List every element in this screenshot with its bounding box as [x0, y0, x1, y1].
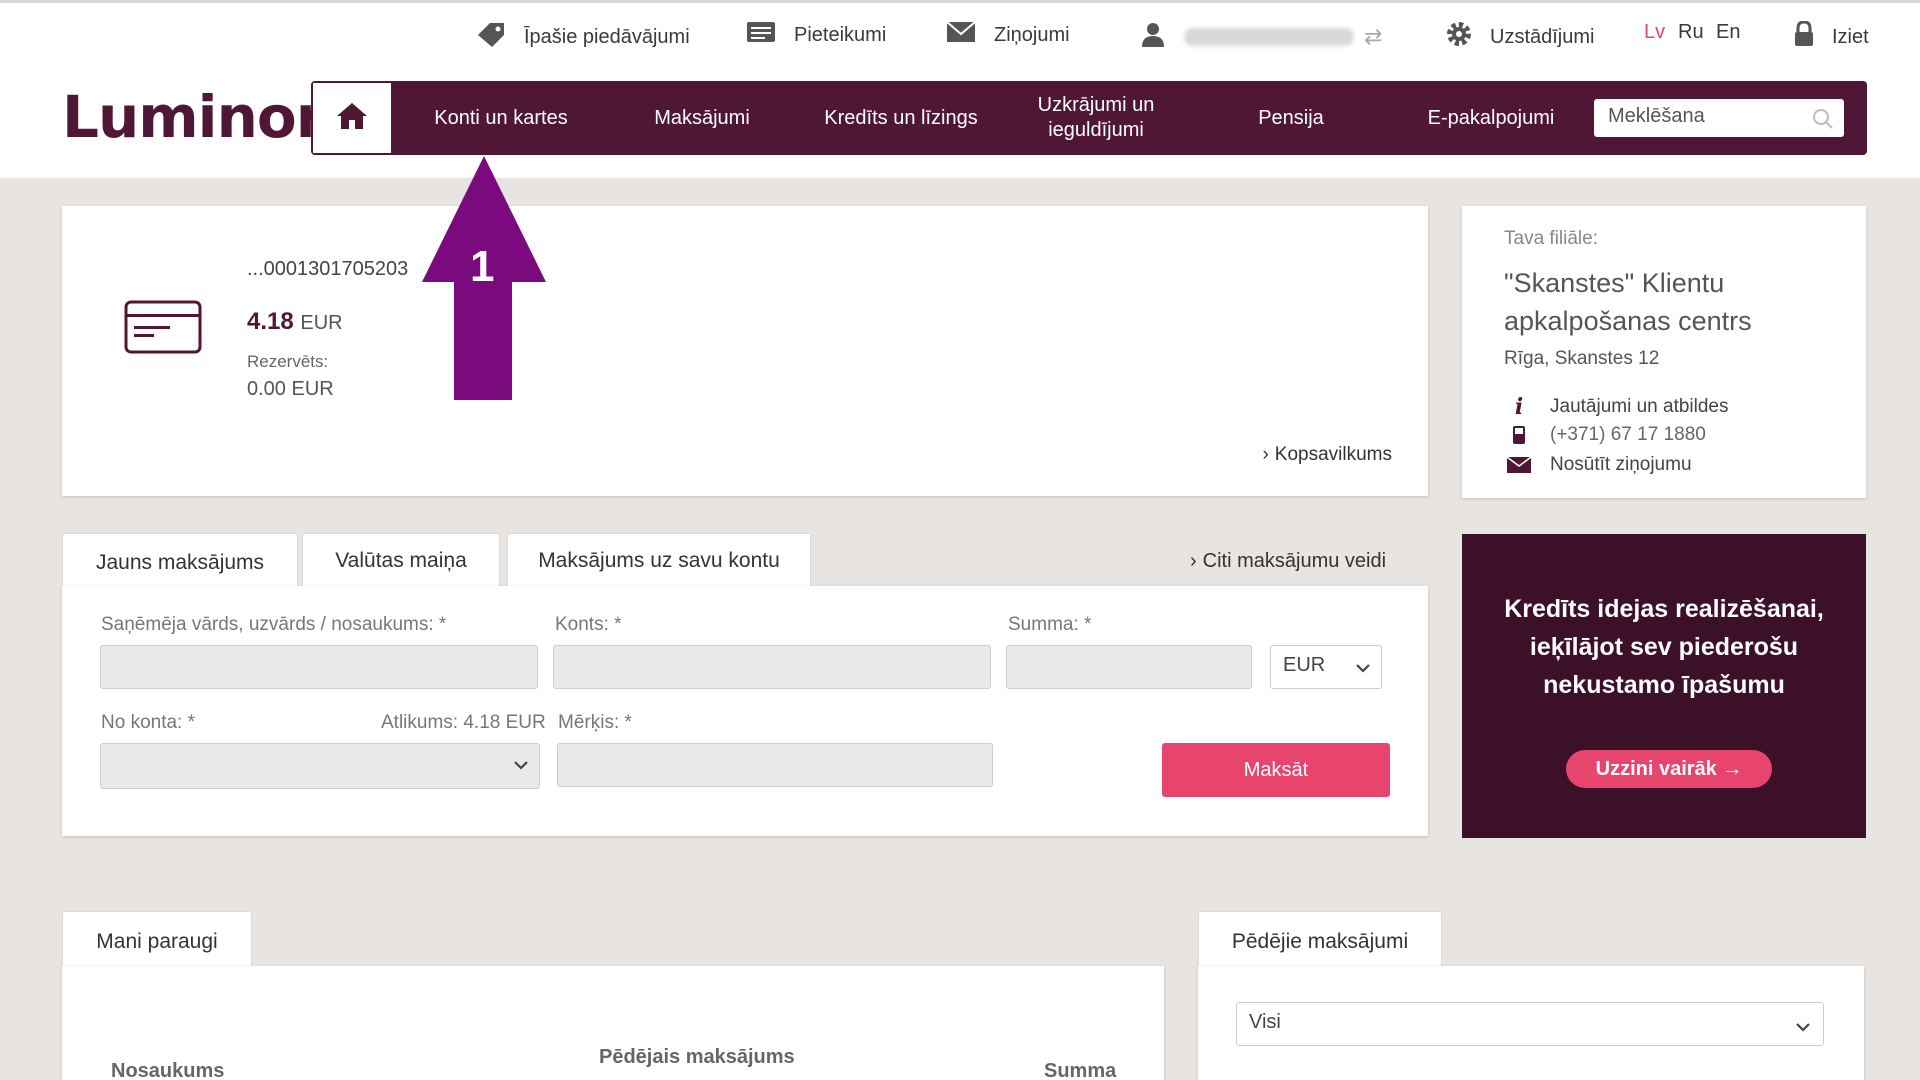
amount-input[interactable] — [1006, 645, 1252, 689]
annotation-number: 1 — [470, 242, 495, 291]
search-icon[interactable] — [1812, 108, 1834, 136]
branch-card: Tava filiāle: "Skanstes" Klientu apkalpo… — [1462, 206, 1866, 498]
applications-label: Pieteikumi — [794, 23, 887, 46]
phone-icon — [1504, 425, 1534, 445]
nav-savings-and-investments[interactable]: Uzkrājumi un ieguldījumi — [1011, 81, 1181, 155]
lang-lv[interactable]: Lv — [1644, 21, 1665, 44]
special-offers-link[interactable]: Īpašie piedāvājumi — [476, 21, 690, 53]
recipient-label: Saņēmēja vārds, uzvārds / nosaukums: * — [101, 614, 447, 635]
search-placeholder: Meklēšana — [1608, 105, 1705, 127]
switch-user-icon[interactable]: ⇄ — [1364, 24, 1382, 50]
balance-amount: 4.18 — [247, 308, 294, 335]
nav-e-services[interactable]: E-pakalpojumi — [1391, 81, 1591, 155]
account-label: Konts: * — [555, 614, 622, 635]
summary-link[interactable]: › Kopsavilkums — [1262, 444, 1392, 466]
tab-last-payments[interactable]: Pēdējie maksājumi — [1198, 911, 1442, 971]
last-payments-card: Visi — [1198, 966, 1864, 1080]
col-last-payment: Pēdējais maksājums — [599, 1046, 795, 1068]
lock-icon — [1794, 20, 1814, 53]
currency-select[interactable]: EUR — [1270, 645, 1382, 689]
messages-label: Ziņojumi — [994, 23, 1070, 46]
promo-banner[interactable]: Kredīts idejas realizēšanai, ieķīlājot s… — [1462, 534, 1866, 838]
tab-my-templates[interactable]: Mani paraugi — [62, 911, 252, 971]
main-nav: Konti un kartes Maksājumi Kredīts un līz… — [311, 81, 1867, 155]
home-icon — [335, 101, 369, 136]
account-card[interactable]: ...0001301705203 4.18 EUR Rezervēts: 0.0… — [62, 206, 1428, 496]
branch-name: "Skanstes" Klientu apkalpošanas centrs — [1504, 268, 1752, 336]
faq-link[interactable]: i Jautājumi un atbildes — [1504, 394, 1729, 420]
col-sum: Summa — [1044, 1060, 1117, 1080]
info-icon: i — [1514, 394, 1524, 420]
applications-link[interactable]: Pieteikumi — [746, 21, 886, 49]
annotation-arrow: 1 — [420, 156, 548, 407]
account-balance: 4.18 EUR — [247, 308, 343, 336]
user-icon — [1140, 21, 1166, 53]
chevron-down-icon — [1795, 1016, 1811, 1039]
settings-link[interactable]: Uzstādījumi — [1446, 21, 1594, 53]
learn-more-button[interactable]: Uzzini vairāk → — [1566, 750, 1772, 788]
gear-icon — [1446, 21, 1472, 53]
available-balance: Atlikums: 4.18 EUR — [381, 712, 546, 733]
recipient-input[interactable] — [100, 645, 538, 689]
other-payment-types-label: Citi maksājumu veidi — [1202, 550, 1387, 572]
tab-currency-exchange[interactable]: Valūtas maiņa — [302, 533, 500, 587]
from-account-label: No konta: * — [101, 712, 195, 733]
special-offers-label: Īpašie piedāvājumi — [524, 25, 690, 48]
user-menu[interactable]: ⇄ — [1140, 21, 1382, 53]
branch-address: Rīga, Skanstes 12 — [1504, 348, 1660, 369]
phone-number: (+371) 67 17 1880 — [1550, 424, 1706, 445]
reserved-label: Rezervēts: — [247, 352, 329, 371]
faq-label: Jautājumi un atbildes — [1550, 396, 1729, 417]
luminor-logo[interactable]: Luminor — [62, 83, 324, 151]
tag-icon — [476, 21, 506, 53]
account-number: ...0001301705203 — [247, 258, 409, 280]
lang-en[interactable]: En — [1716, 21, 1740, 44]
envelope-icon — [946, 21, 976, 49]
envelope-icon — [1504, 457, 1534, 473]
summary-label: Kopsavilkums — [1274, 444, 1392, 465]
amount-label: Summa: * — [1008, 614, 1092, 635]
chevron-down-icon — [513, 758, 529, 776]
messages-link[interactable]: Ziņojumi — [946, 21, 1070, 49]
account-input[interactable] — [553, 645, 991, 689]
send-message-link[interactable]: Nosūtīt ziņojumu — [1504, 454, 1692, 476]
templates-card: Nosaukums Pēdējais maksājums Summa — [62, 966, 1164, 1080]
branch-label: Tava filiāle: — [1504, 228, 1598, 249]
search-input[interactable]: Meklēšana — [1594, 99, 1844, 137]
logout-link[interactable]: Iziet — [1794, 20, 1869, 53]
other-payment-types-link[interactable]: › Citi maksājumu veidi — [1190, 550, 1386, 573]
from-account-select[interactable] — [100, 743, 540, 789]
chevron-right-icon: › — [1190, 550, 1197, 572]
top-bar: Īpašie piedāvājumi Pieteikumi Ziņojumi ⇄… — [0, 0, 1920, 178]
pay-button[interactable]: Maksāt — [1162, 743, 1390, 797]
settings-label: Uzstādījumi — [1490, 25, 1595, 48]
home-button[interactable] — [313, 83, 391, 153]
send-message-label: Nosūtīt ziņojumu — [1550, 454, 1692, 475]
user-name-blurred — [1184, 28, 1354, 46]
tab-own-account-payment[interactable]: Maksājums uz savu kontu — [507, 533, 811, 587]
nav-accounts-and-cards[interactable]: Konti un kartes — [401, 81, 601, 155]
chevron-down-icon — [1355, 657, 1371, 680]
lang-ru[interactable]: Ru — [1678, 21, 1704, 44]
reserved-value: 0.00 EUR — [247, 378, 334, 400]
document-icon — [746, 21, 776, 49]
filter-value: Visi — [1249, 1011, 1281, 1033]
nav-payments[interactable]: Maksājumi — [607, 81, 797, 155]
last-payments-filter[interactable]: Visi — [1236, 1002, 1824, 1046]
logout-label: Iziet — [1832, 25, 1869, 48]
col-name: Nosaukums — [111, 1060, 225, 1080]
currency-value: EUR — [1283, 654, 1326, 676]
nav-credit-and-leasing[interactable]: Kredīts un līzings — [801, 81, 1001, 155]
chevron-right-icon: › — [1262, 444, 1269, 465]
tab-new-payment[interactable]: Jauns maksājums — [62, 533, 298, 591]
promo-text: Kredīts idejas realizēšanai, ieķīlājot s… — [1504, 595, 1824, 699]
nav-pension[interactable]: Pensija — [1191, 81, 1391, 155]
balance-currency: EUR — [300, 312, 343, 334]
purpose-label: Mērķis: * — [558, 712, 632, 733]
card-icon — [124, 300, 202, 359]
purpose-input[interactable] — [557, 743, 993, 787]
branch-phone[interactable]: (+371) 67 17 1880 — [1504, 424, 1706, 446]
